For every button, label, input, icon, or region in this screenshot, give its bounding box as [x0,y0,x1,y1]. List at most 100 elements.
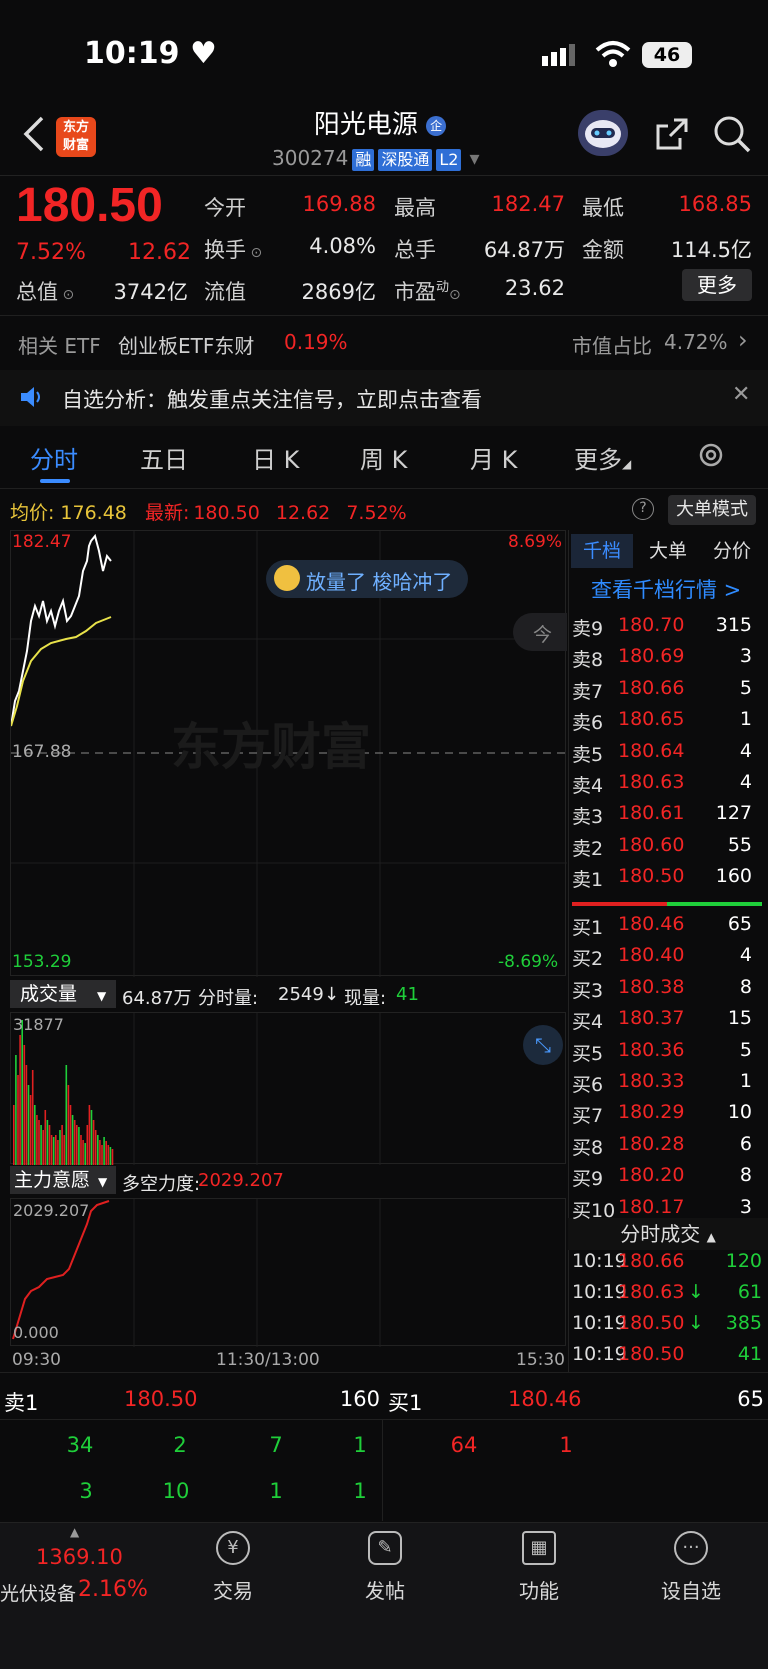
bid-row[interactable]: 买2 180.40 4 [572,944,766,974]
turnover-value: 4.08% [309,234,376,258]
bid-row[interactable]: 买8 180.28 6 [572,1133,766,1163]
bid-price: 180.20 [618,1164,685,1187]
bid-row[interactable]: 买10 180.17 3 [572,1196,766,1226]
volume-bar [27,1085,30,1165]
bid-volume: 1 [739,1070,752,1092]
bottom-nav: ▲ 1369.10 光伏设备 2.16% ¥ 交易 ✎ 发帖 ▦ 功能 ··· … [0,1522,768,1669]
volume-tab[interactable]: 成交量 ▼ [10,980,116,1008]
share-icon[interactable] [654,116,690,156]
dropdown-icon[interactable]: ▾ [469,146,479,170]
ask-row[interactable]: 卖2 180.60 55 [572,834,766,864]
close-icon[interactable]: ✕ [732,382,750,407]
depth-link[interactable]: 查看千档行情 > [591,574,741,604]
tab-intraday[interactable]: 分时 [30,440,78,475]
ask-row[interactable]: 卖5 180.64 4 [572,740,766,770]
ask-row[interactable]: 卖9 180.70 315 [572,614,766,644]
ask-volume: 4 [739,771,752,793]
back-icon[interactable] [20,114,46,158]
more-button[interactable]: 更多 [682,269,752,301]
tick-arrow: ↓ [688,1312,704,1334]
volume-bar [80,1135,82,1165]
index-value: 1369.10 [36,1545,123,1569]
info-icon[interactable]: ⊙ [449,287,461,303]
big-order-mode-button[interactable]: 大单模式 [668,495,756,525]
bid-row[interactable]: 买6 180.33 1 [572,1070,766,1100]
high-value: 182.47 [491,192,565,216]
header-divider [0,175,768,176]
etf-row[interactable]: 相关 ETF 创业板ETF东财 0.19% 市值占比 4.72% › [0,316,768,368]
queue-cell: 7 [269,1433,283,1457]
ask-row[interactable]: 卖7 180.66 5 [572,677,766,707]
info-icon[interactable]: ⊙ [58,287,74,303]
tab-monthly-k[interactable]: 月 K [470,440,517,475]
bid-row[interactable]: 买4 180.37 15 [572,1007,766,1037]
search-icon[interactable] [712,114,752,158]
ask-price: 180.64 [618,739,685,762]
mktcap-label: 总值 ⊙ [16,280,75,304]
volume-label: 总手 [394,238,436,262]
tab-depth[interactable]: 千档 [571,534,633,568]
bid-row[interactable]: 买7 180.29 10 [572,1101,766,1131]
mktcap-ratio-label: 市值占比 [572,334,652,358]
ask-level-label: 卖8 [572,649,604,672]
nav-add-watchlist[interactable]: ··· 设自选 [646,1523,736,1623]
tab-weekly-k[interactable]: 周 K [360,440,407,475]
nav-functions[interactable]: ▦ 功能 [494,1523,584,1623]
info-icon[interactable]: ⊙ [246,245,262,261]
bid-level-label: 买3 [572,979,604,1002]
volume-bar [82,1140,84,1165]
bid-price: 180.46 [618,913,685,935]
tab-5day[interactable]: 五日 [140,440,188,475]
ask-row[interactable]: 卖8 180.69 3 [572,645,766,675]
volume-bar [101,1145,103,1165]
bid-row[interactable]: 买5 180.36 5 [572,1039,766,1069]
today-bubble[interactable]: 今天 [513,613,567,651]
tab-more[interactable]: 更多◢ [574,440,631,475]
volume-bar [103,1137,105,1165]
settings-gear-icon[interactable] [696,440,726,474]
etf-label: 相关 ETF [18,334,101,358]
signal-chip[interactable]: 放量了 梭哈冲了 [266,560,469,598]
float-label: 流值 [204,280,246,304]
robot-avatar-icon[interactable] [578,110,628,156]
tab-price-dist[interactable]: 分价 [701,534,763,568]
ask-row[interactable]: 卖6 180.65 1 [572,708,766,738]
volume-bar [31,1070,34,1165]
bid-level-label: 买5 [572,1042,604,1065]
indicator-tab[interactable]: 主力意愿 ▼ [10,1166,116,1194]
bid-volume: 8 [739,975,752,998]
ask-level-label: 卖9 [572,618,604,640]
nav-post[interactable]: ✎ 发帖 [340,1523,430,1623]
expand-icon[interactable]: ⤡ [523,1025,563,1065]
ask-row[interactable]: 卖1 180.50 160 [572,865,766,895]
chart-watermark: 东方财富 [171,718,371,776]
bid-row[interactable]: 买1 180.46 65 [572,913,766,943]
queue-cell: 1 [353,1433,367,1457]
ask-row[interactable]: 卖3 180.61 127 [572,802,766,832]
tab-big-orders[interactable]: 大单 [637,534,699,568]
stock-name[interactable]: 阳光电源 企 [280,104,480,141]
volume-value: 64.87万 [483,238,565,262]
index-widget[interactable]: ▲ 1369.10 光伏设备 2.16% [0,1523,160,1623]
tick-volume: 120 [725,1250,762,1272]
help-icon[interactable]: ? [632,498,654,520]
indicator-chart[interactable]: 2029.207 0.000 [10,1198,566,1347]
index-name: 光伏设备 [0,1583,77,1605]
queue-cell: 3 [79,1479,93,1503]
ask-price: 180.65 [618,708,685,731]
tick-price: 180.50 [618,1312,685,1334]
bid-level-label: 买8 [572,1136,604,1159]
tag-connect: 深股通 [378,149,433,171]
notice-bar[interactable]: 自选分析：触发重点关注信号，立即点击查看 ✕ [0,370,768,426]
more-dots-icon: ··· [674,1531,708,1565]
low-label: 最低 [582,196,624,220]
ask-row[interactable]: 卖4 180.63 4 [572,771,766,801]
volume-bar [90,1110,93,1165]
nav-trade[interactable]: ¥ 交易 [188,1523,278,1623]
bid-row[interactable]: 买9 180.20 8 [572,1164,766,1194]
bid-volume: 5 [739,1038,752,1061]
volume-chart[interactable]: 31877 ⤡ [10,1012,566,1165]
tab-daily-k[interactable]: 日 K [252,440,299,475]
bid-row[interactable]: 买3 180.38 8 [572,976,766,1006]
queue-cell: 34 [66,1433,94,1457]
